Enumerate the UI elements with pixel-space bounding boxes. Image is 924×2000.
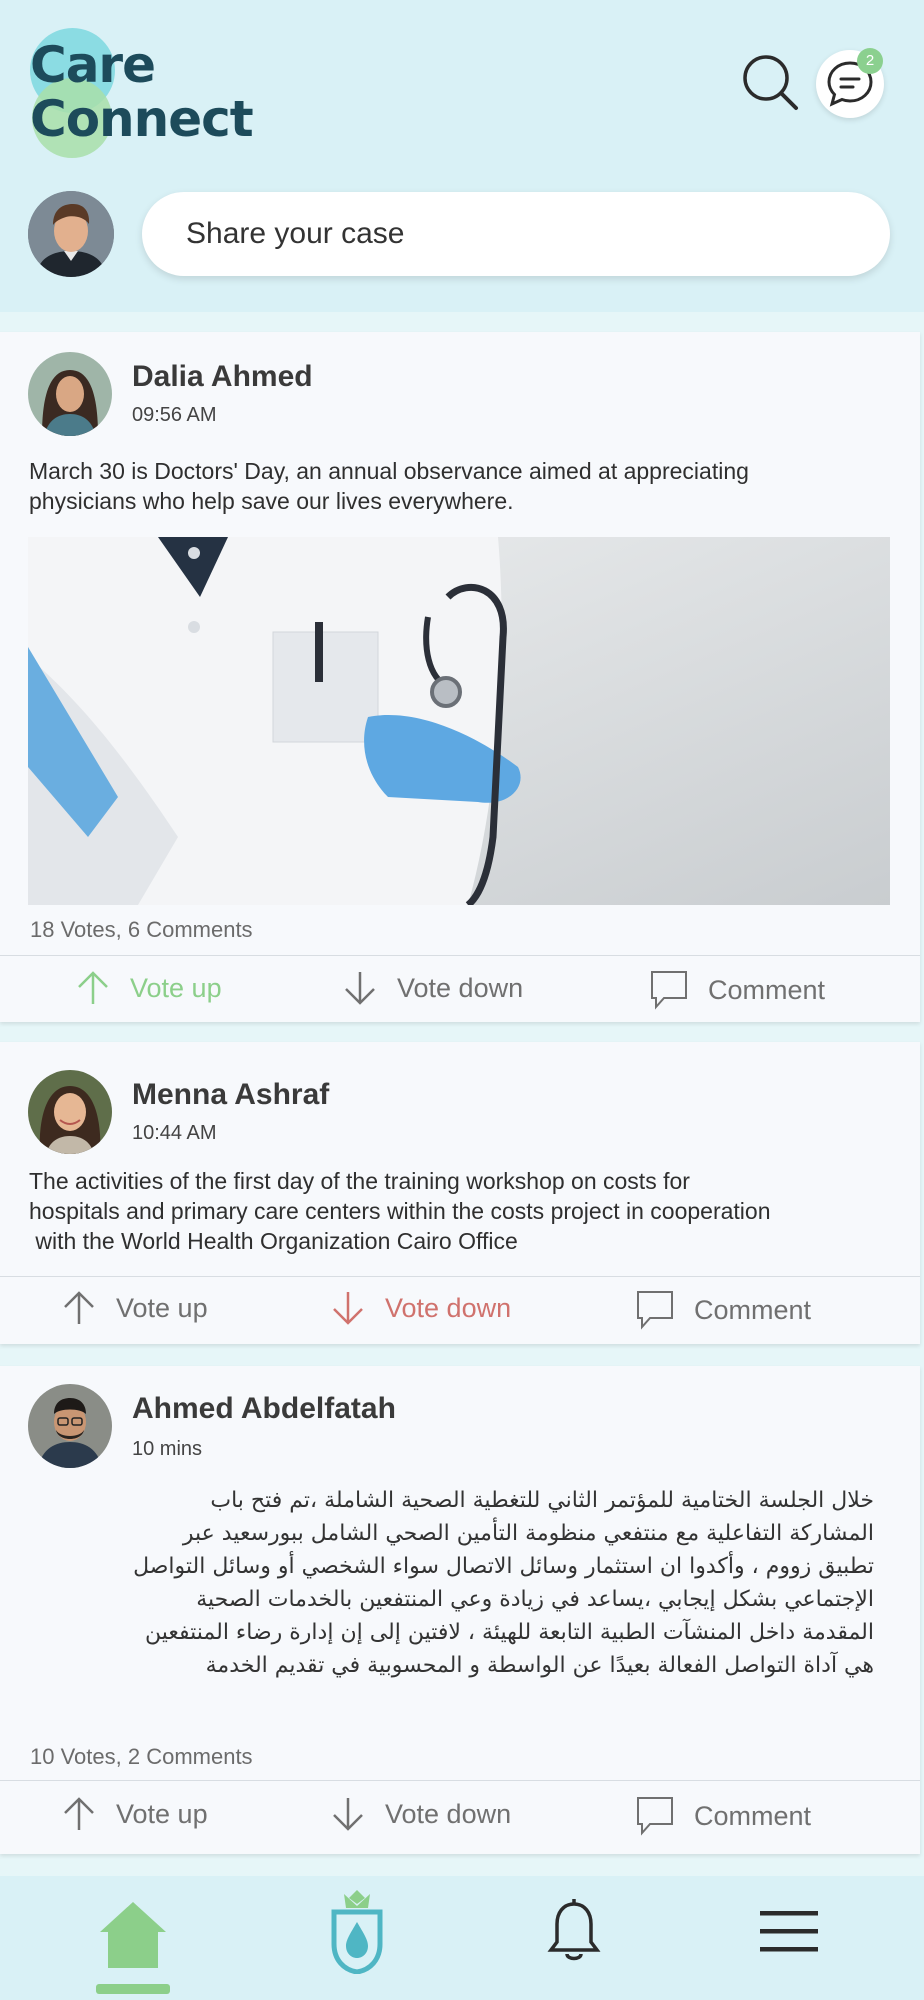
post-time: 10:44 AM (132, 1122, 217, 1144)
bell-icon (547, 1899, 601, 1961)
post-image[interactable] (28, 537, 890, 905)
search-icon (743, 55, 798, 110)
divider (0, 955, 920, 956)
post-text: March 30 is Doctors' Day, an annual obse… (29, 456, 889, 516)
arrow-up-icon (64, 1797, 94, 1830)
vote-down-button[interactable]: Vote down (331, 1290, 511, 1326)
post-card: Dalia Ahmed 09:56 AM March 30 is Doctors… (0, 332, 920, 1022)
user-avatar[interactable] (28, 191, 114, 277)
vote-down-label: Vote down (385, 1798, 512, 1829)
post-text-line: The activities of the first day of the t… (29, 1168, 690, 1194)
vote-up-button[interactable]: Vote up (62, 1796, 208, 1832)
comment-icon (637, 1797, 673, 1836)
post-card: Menna Ashraf 10:44 AM The activities of … (0, 1042, 920, 1344)
vote-down-label: Vote down (385, 1292, 512, 1323)
post-text-line: March 30 is Doctors' Day, an annual obse… (29, 458, 749, 484)
post-time: 10 mins (132, 1438, 203, 1460)
post-text: The activities of the first day of the t… (29, 1166, 889, 1256)
post-time: 09:56 AM (132, 404, 217, 426)
comment-icon (637, 1291, 673, 1330)
post-text-line: المشاركة التفاعلية مع منتفعي منظومة التأ… (182, 1521, 874, 1546)
post-text-line: الإجتماعي بشكل إيجابي ،يساعد في زيادة وع… (196, 1587, 874, 1612)
arrow-down-icon (345, 972, 375, 1005)
comment-label: Comment (694, 1294, 812, 1325)
post-text-line: physicians who help save our lives every… (29, 488, 514, 514)
post-stats[interactable]: 18 Votes, 6 Comments (30, 917, 253, 943)
arrow-down-icon (333, 1292, 363, 1325)
author-avatar[interactable] (28, 1070, 112, 1154)
menu-icon (760, 1911, 818, 1952)
bottom-nav (0, 1876, 924, 2000)
vote-down-label: Vote down (397, 972, 524, 1003)
post-text-line: hospitals and primary care centers withi… (29, 1198, 771, 1224)
message-badge: 2 (857, 48, 883, 74)
comment-button[interactable]: Comment (636, 1290, 811, 1330)
vote-up-label: Vote up (116, 1292, 208, 1323)
post-text-line: هي آداة التواصل الفعالة بعيدًا عن الواسط… (205, 1653, 874, 1678)
vote-up-button[interactable]: Vote up (76, 970, 222, 1006)
author-name[interactable]: Ahmed Abdelfatah (132, 1392, 396, 1426)
comment-label: Comment (694, 1800, 812, 1831)
post-text-line: تطبيق زووم ، وأكدوا ان استثمار وسائل الا… (133, 1554, 874, 1579)
post-text: خلال الجلسة الختامية للمؤتمر الثاني للتغ… (50, 1484, 874, 1682)
vote-up-button[interactable]: Vote up (62, 1290, 208, 1326)
comment-button[interactable]: Comment (636, 1796, 811, 1836)
logo-line2: Connect (30, 90, 254, 148)
arrow-up-icon (78, 971, 108, 1004)
post-card: Ahmed Abdelfatah 10 mins خلال الجلسة الخ… (0, 1366, 920, 1854)
nav-care[interactable] (326, 1888, 388, 1979)
app-logo: Care Connect (30, 28, 270, 163)
nav-home[interactable] (98, 1900, 168, 1975)
arrow-up-icon (64, 1291, 94, 1324)
header: Care Connect 2 Share your case (0, 0, 924, 312)
post-text-line: المقدمة داخل المنشآت الطبية التابعة للهي… (145, 1620, 874, 1645)
active-tab-indicator (96, 1984, 170, 1994)
post-text-line: with the World Health Organization Cairo… (29, 1228, 518, 1254)
comment-label: Comment (708, 974, 826, 1005)
care-logo-icon (331, 1890, 383, 1975)
divider (0, 1780, 920, 1781)
logo-line1: Care (30, 36, 156, 94)
author-avatar[interactable] (28, 1384, 112, 1468)
post-text-line: خلال الجلسة الختامية للمؤتمر الثاني للتغ… (210, 1488, 874, 1513)
author-name[interactable]: Dalia Ahmed (132, 360, 313, 394)
vote-up-label: Vote up (116, 1798, 208, 1829)
vote-down-button[interactable]: Vote down (331, 1796, 511, 1832)
author-name[interactable]: Menna Ashraf (132, 1078, 329, 1112)
nav-menu[interactable] (760, 1908, 818, 1961)
vote-down-button[interactable]: Vote down (343, 970, 523, 1006)
divider (0, 1276, 920, 1277)
logo-text: Care Connect (30, 36, 254, 148)
author-avatar[interactable] (28, 352, 112, 436)
arrow-down-icon (333, 1798, 363, 1831)
search-button[interactable] (740, 52, 800, 112)
comment-icon (651, 971, 687, 1010)
post-stats[interactable]: 10 Votes, 2 Comments (30, 1744, 253, 1770)
comment-button[interactable]: Comment (650, 970, 825, 1010)
share-case-input[interactable]: Share your case (142, 192, 890, 276)
home-icon (100, 1902, 166, 1968)
vote-up-label: Vote up (130, 972, 222, 1003)
nav-notifications[interactable] (547, 1898, 601, 1971)
